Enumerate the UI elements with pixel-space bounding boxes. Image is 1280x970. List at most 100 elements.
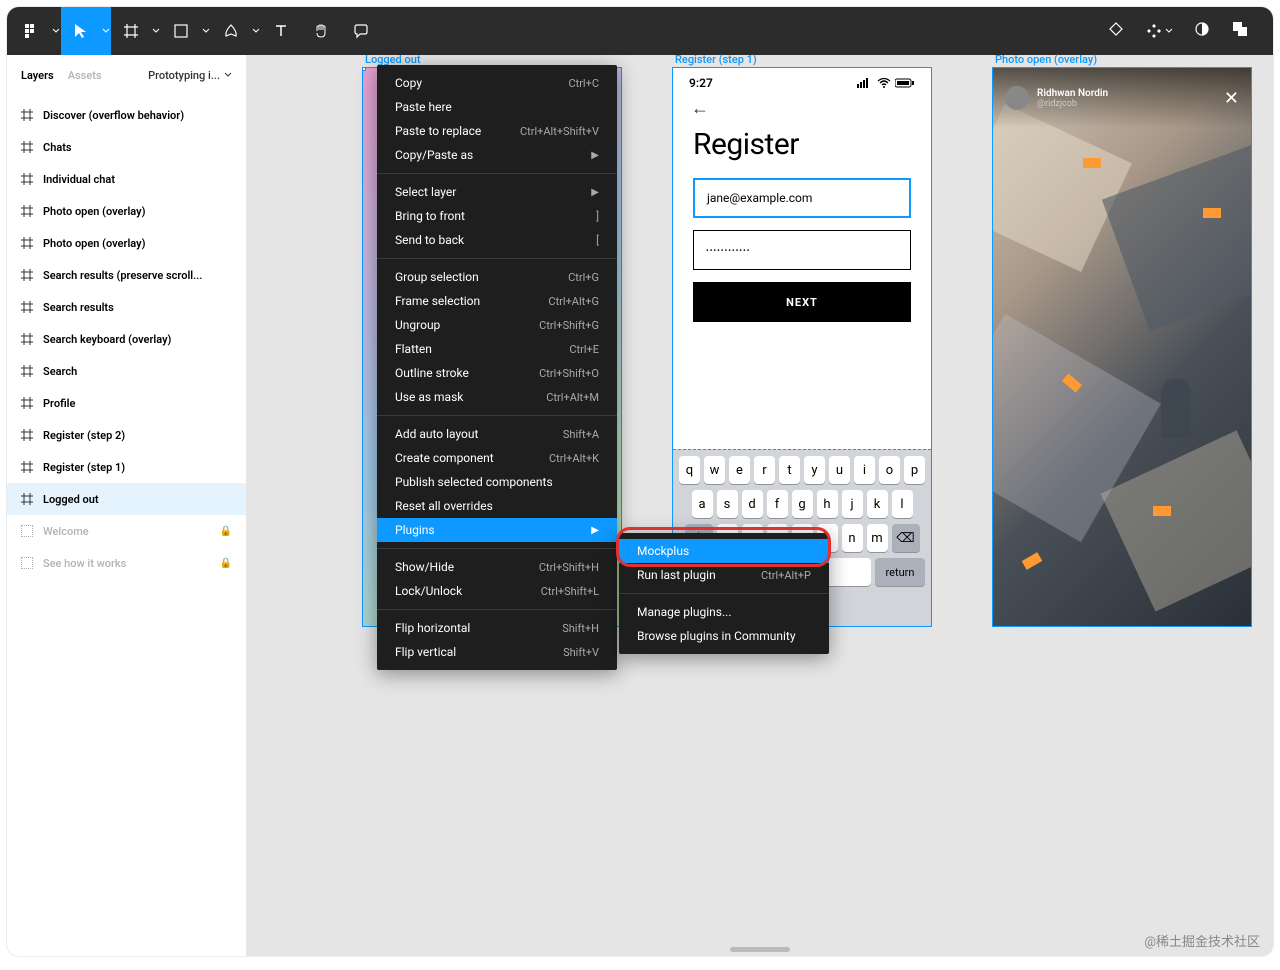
text-tool[interactable] — [261, 7, 301, 55]
comment-tool[interactable] — [341, 7, 381, 55]
layer-item[interactable]: Individual chat — [7, 163, 246, 195]
chevron-down-icon[interactable] — [201, 27, 211, 35]
frame-label[interactable]: Register (step 1) — [675, 53, 757, 66]
menu-item[interactable]: Plugins▶ — [377, 518, 617, 542]
menu-item[interactable]: Reset all overrides — [377, 494, 617, 518]
avatar[interactable] — [1005, 86, 1029, 110]
submenu-item[interactable]: Mockplus — [619, 539, 829, 563]
menu-item[interactable]: Bring to front] — [377, 204, 617, 228]
email-field[interactable]: jane@example.com — [693, 178, 911, 218]
layer-item[interactable]: Search results — [7, 291, 246, 323]
menu-item[interactable]: Flip horizontalShift+H — [377, 616, 617, 640]
chevron-down-icon[interactable] — [151, 27, 161, 35]
lock-icon[interactable]: 🔒 — [220, 526, 232, 537]
key-m[interactable]: m — [867, 524, 888, 552]
page-selector[interactable]: Prototyping i... — [148, 69, 232, 82]
menu-item[interactable]: Flip verticalShift+V — [377, 640, 617, 664]
chevron-down-icon[interactable] — [251, 27, 261, 35]
tab-assets[interactable]: Assets — [68, 69, 102, 82]
menu-item[interactable]: Lock/UnlockCtrl+Shift+L — [377, 579, 617, 603]
key-o[interactable]: o — [879, 456, 900, 484]
menu-item[interactable]: FlattenCtrl+E — [377, 337, 617, 361]
layer-item[interactable]: Welcome🔒 — [7, 515, 246, 547]
submenu-item[interactable]: Run last pluginCtrl+Alt+P — [619, 563, 829, 587]
hand-tool[interactable] — [301, 7, 341, 55]
key-r[interactable]: r — [754, 456, 775, 484]
menu-item[interactable]: Paste to replaceCtrl+Alt+Shift+V — [377, 119, 617, 143]
boolean-icon[interactable] — [1231, 20, 1249, 42]
frame-photo-overlay[interactable]: Ridhwan Nordin @ridzjcob ✕ — [992, 67, 1252, 627]
password-field[interactable]: •••••••••••• — [693, 230, 911, 270]
key-a[interactable]: a — [692, 490, 713, 518]
key-q[interactable]: q — [679, 456, 700, 484]
selection-handle[interactable] — [362, 67, 366, 71]
key-h[interactable]: h — [817, 490, 838, 518]
layer-item[interactable]: See how it works🔒 — [7, 547, 246, 579]
key-l[interactable]: l — [892, 490, 913, 518]
menu-item[interactable]: Frame selectionCtrl+Alt+G — [377, 289, 617, 313]
menu-item[interactable]: Use as maskCtrl+Alt+M — [377, 385, 617, 409]
key-j[interactable]: j — [842, 490, 863, 518]
tab-layers[interactable]: Layers — [21, 69, 54, 82]
menu-item[interactable]: Show/HideCtrl+Shift+H — [377, 555, 617, 579]
menu-item[interactable]: Select layer▶ — [377, 180, 617, 204]
menu-item[interactable]: CopyCtrl+C — [377, 71, 617, 95]
layer-item[interactable]: Register (step 1) — [7, 451, 246, 483]
back-arrow-icon[interactable]: ← — [673, 98, 931, 119]
next-button[interactable]: NEXT — [693, 282, 911, 322]
layer-item[interactable]: Logged out — [7, 483, 246, 515]
layer-item[interactable]: Search keyboard (overlay) — [7, 323, 246, 355]
layer-item[interactable]: Discover (overflow behavior) — [7, 99, 246, 131]
status-time: 9:27 — [689, 76, 713, 90]
scrollbar-thumb[interactable] — [730, 947, 790, 952]
layer-item[interactable]: Photo open (overlay) — [7, 195, 246, 227]
components-icon[interactable] — [1145, 22, 1173, 40]
menu-item[interactable]: Outline strokeCtrl+Shift+O — [377, 361, 617, 385]
frame-tool[interactable] — [111, 7, 151, 55]
layer-item[interactable]: Search results (preserve scroll... — [7, 259, 246, 291]
frame-label[interactable]: Photo open (overlay) — [995, 53, 1097, 66]
key-return[interactable]: return — [875, 558, 925, 586]
key-n[interactable]: n — [842, 524, 863, 552]
layer-item[interactable]: Chats — [7, 131, 246, 163]
pen-tool[interactable] — [211, 7, 251, 55]
key-delete[interactable]: ⌫ — [892, 524, 920, 552]
key-u[interactable]: u — [829, 456, 850, 484]
lock-icon[interactable]: 🔒 — [220, 558, 232, 569]
key-f[interactable]: f — [767, 490, 788, 518]
key-s[interactable]: s — [717, 490, 738, 518]
menu-item[interactable]: Add auto layoutShift+A — [377, 422, 617, 446]
move-tool[interactable] — [61, 7, 101, 55]
submenu-item[interactable]: Browse plugins in Community — [619, 624, 829, 648]
menu-item[interactable]: Create componentCtrl+Alt+K — [377, 446, 617, 470]
key-g[interactable]: g — [792, 490, 813, 518]
key-k[interactable]: k — [867, 490, 888, 518]
chevron-down-icon[interactable] — [101, 7, 111, 55]
submenu-item[interactable]: Manage plugins... — [619, 600, 829, 624]
key-e[interactable]: e — [729, 456, 750, 484]
chevron-down-icon[interactable] — [51, 27, 61, 35]
key-y[interactable]: y — [804, 456, 825, 484]
key-t[interactable]: t — [779, 456, 800, 484]
key-d[interactable]: d — [742, 490, 763, 518]
restore-icon[interactable] — [1107, 20, 1125, 42]
key-w[interactable]: w — [704, 456, 725, 484]
layer-item[interactable]: Register (step 2) — [7, 419, 246, 451]
layer-item[interactable]: Search — [7, 355, 246, 387]
menu-item[interactable]: Group selectionCtrl+G — [377, 265, 617, 289]
mask-icon[interactable] — [1193, 20, 1211, 42]
key-i[interactable]: i — [854, 456, 875, 484]
key-p[interactable]: p — [904, 456, 925, 484]
close-icon[interactable]: ✕ — [1224, 88, 1239, 109]
layer-item[interactable]: Photo open (overlay) — [7, 227, 246, 259]
menu-item[interactable]: UngroupCtrl+Shift+G — [377, 313, 617, 337]
layer-item[interactable]: Profile — [7, 387, 246, 419]
menu-item[interactable]: Send to back[ — [377, 228, 617, 252]
watermark: @稀土掘金技术社区 — [1144, 931, 1260, 950]
figma-menu[interactable] — [11, 7, 51, 55]
menu-item[interactable]: Copy/Paste as▶ — [377, 143, 617, 167]
menu-item[interactable]: Publish selected components — [377, 470, 617, 494]
shape-tool[interactable] — [161, 7, 201, 55]
canvas[interactable]: Logged out Register (step 1) 9:27 ← Regi… — [247, 55, 1273, 956]
menu-item[interactable]: Paste here — [377, 95, 617, 119]
